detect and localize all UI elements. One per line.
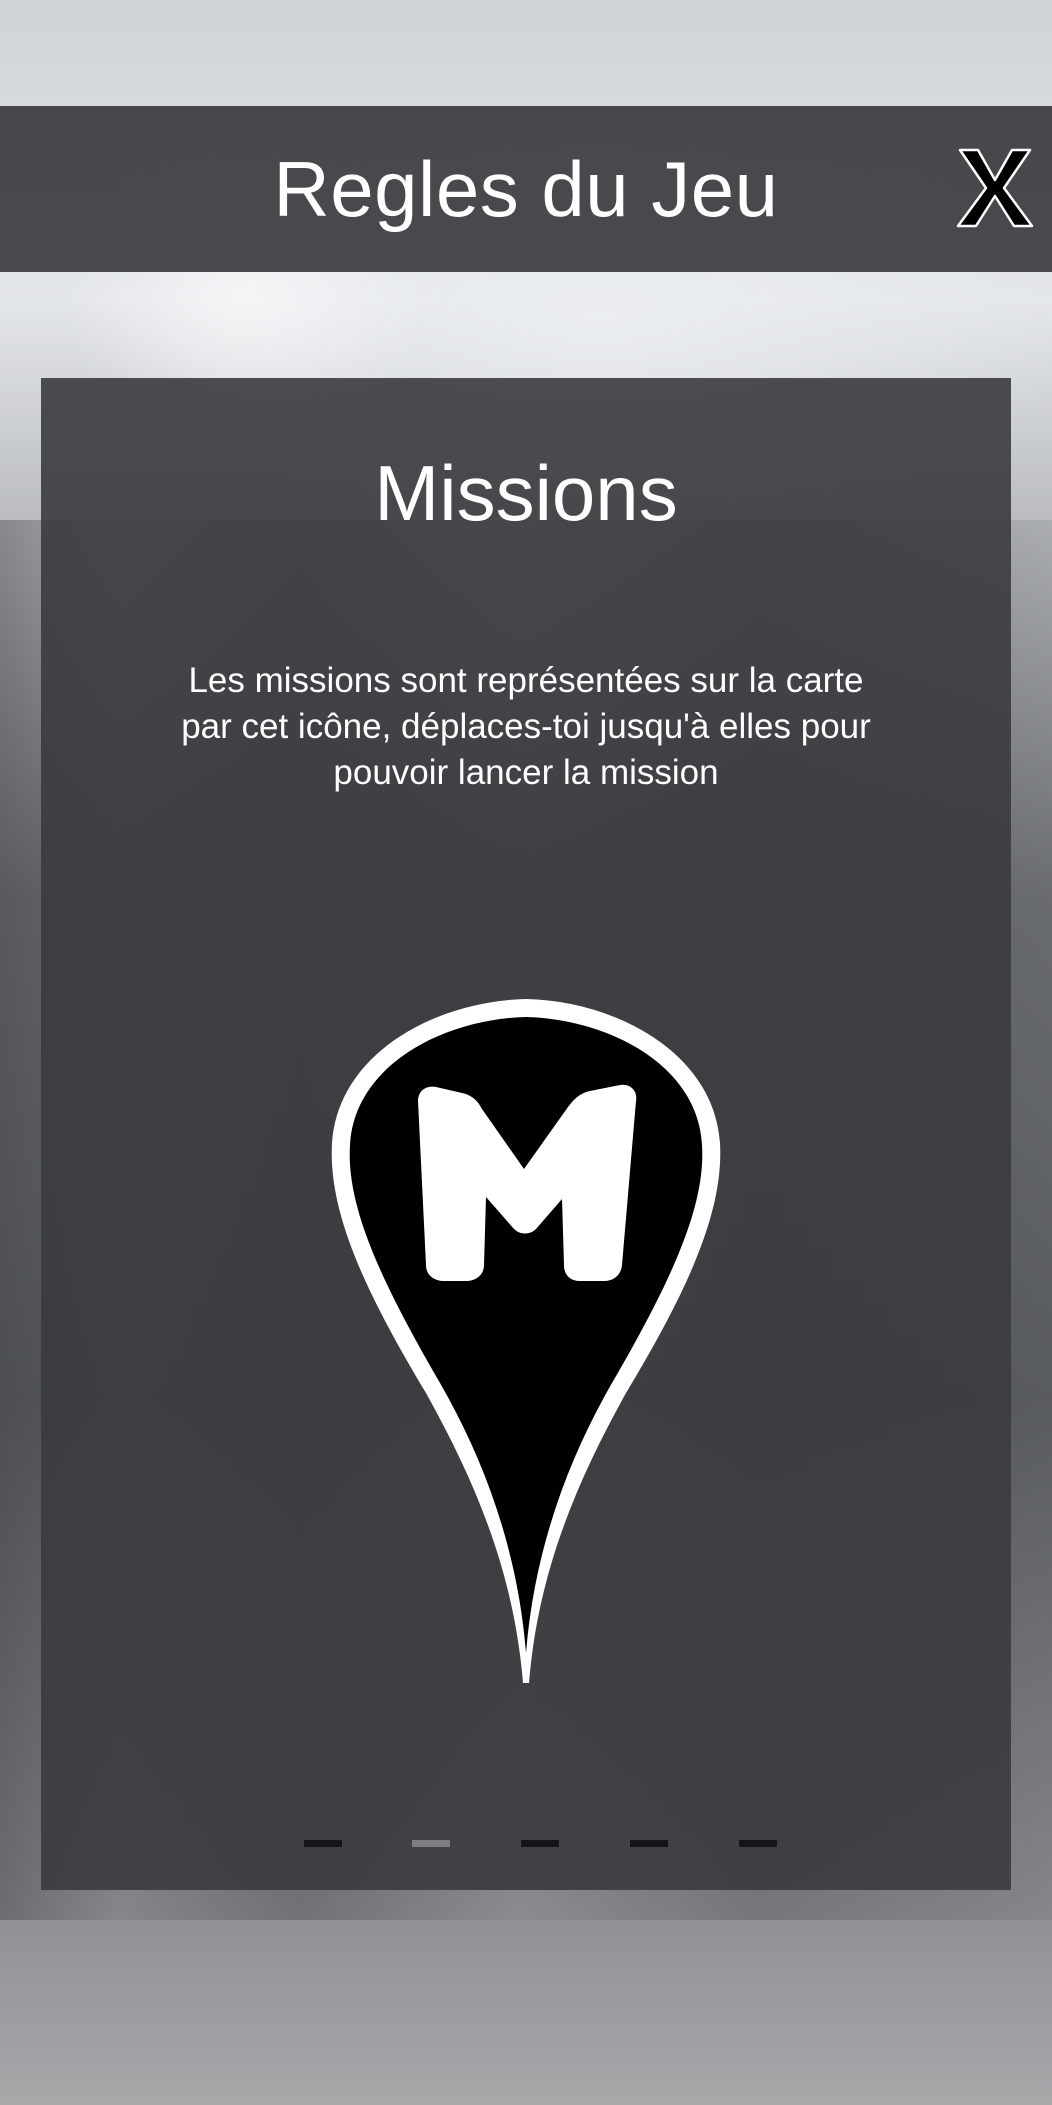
rules-card: Missions Les missions sont représentées … [41,378,1011,1890]
pager-dot-5[interactable] [739,1840,777,1847]
close-icon [956,148,1034,228]
pager-dot-1[interactable] [304,1840,342,1847]
close-button[interactable] [956,146,1034,230]
pager-dot-2[interactable] [412,1840,450,1847]
pager [41,1840,1011,1850]
pager-dot-4[interactable] [630,1840,668,1847]
pager-dot-3[interactable] [521,1840,559,1847]
card-title: Missions [374,449,678,537]
card-description: Les missions sont représentées sur la ca… [181,661,871,792]
header-bar: Regles du Jeu [0,106,1052,272]
mission-marker-icon [326,993,726,1683]
page-title: Regles du Jeu [273,145,779,233]
